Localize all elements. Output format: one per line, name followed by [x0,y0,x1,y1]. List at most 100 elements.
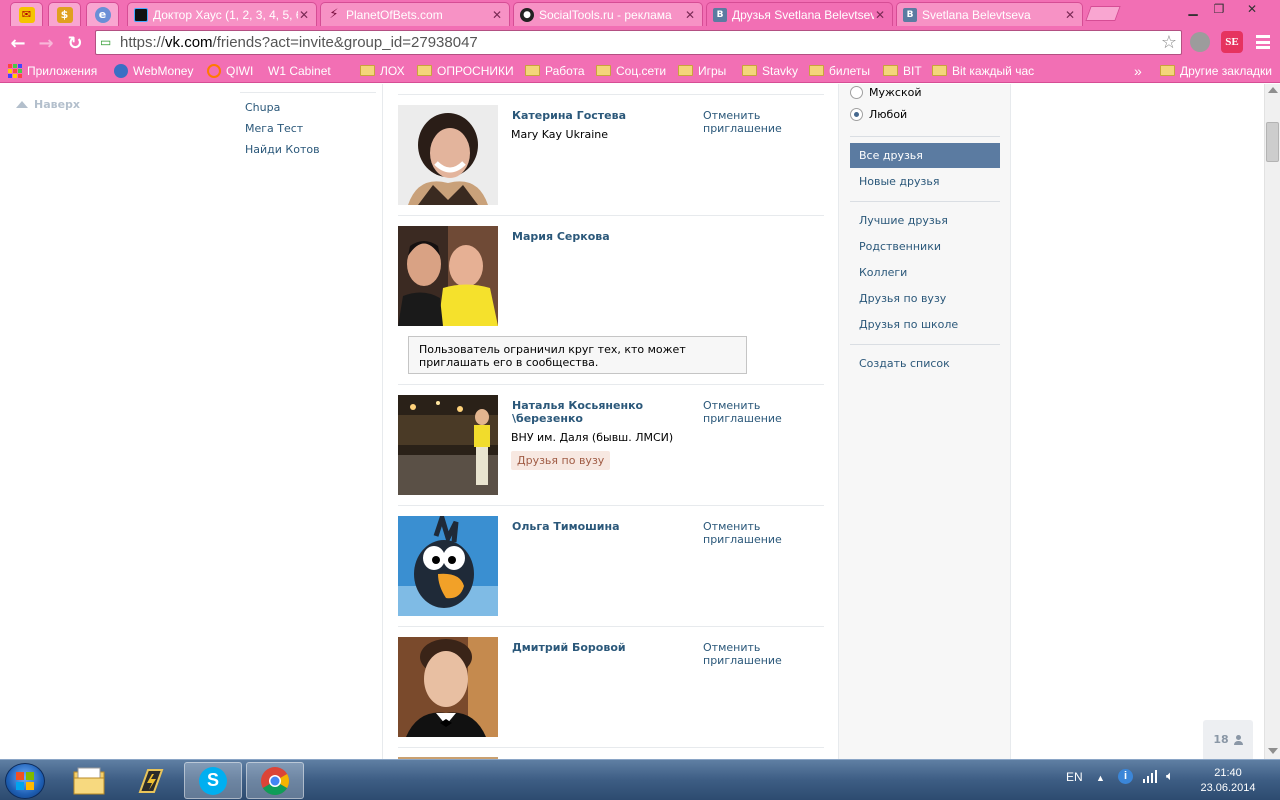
bookmark-label: Другие закладки [1180,63,1272,78]
restore-icon[interactable]: ❐ [1206,0,1232,18]
left-menu: Chupa Мега Тест Найди Котов [245,101,320,164]
friend-photo[interactable] [398,395,498,495]
bookmark-w1[interactable]: W1 Cabinet [268,62,331,160]
friend-list-tag[interactable]: Друзья по вузу [511,451,611,470]
filter-all-friends[interactable]: Все друзья [850,143,1000,168]
bookmark-folder-bilety[interactable]: билеты [809,62,870,79]
reload-icon[interactable]: ↻ [63,31,87,55]
network-signal-icon[interactable] [1143,769,1157,786]
friend-row-4: Ольга Тимошина Отменить приглашение [398,516,824,616]
socialtools-icon: ● [520,7,534,22]
pinned-tab-3[interactable]: e [86,2,119,26]
friend-name-link[interactable]: Мария Серкова [512,230,682,243]
left-menu-item-chupa[interactable]: Chupa [245,101,320,122]
bookmark-star-icon[interactable]: ☆ [1161,32,1177,53]
language-indicator[interactable]: EN [1066,770,1083,784]
close-tab-icon[interactable]: ✕ [491,8,503,22]
folder-icon [883,65,898,76]
qiwi-icon [207,63,221,78]
filter-university-friends[interactable]: Друзья по вузу [850,286,1000,311]
tab-strip: ✉ $ e Доктор Хаус (1, 2, 3, 4, 5, 6 ✕ ⚡ … [0,0,1280,27]
bookmark-folder-rabota[interactable]: Работа [525,62,585,79]
filter-colleagues[interactable]: Коллеги [850,260,1000,285]
tab-friends-active[interactable]: B Друзья Svetlana Belevtseva ✕ [706,2,893,26]
friend-name-link[interactable]: Ольга Тимошина [512,520,682,533]
extension-se-icon[interactable]: SE [1221,31,1243,53]
friend-name-link[interactable]: Катерина Гостева [512,109,682,122]
taskbar-skype[interactable]: S [184,762,242,799]
left-menu-item-find-cats[interactable]: Найди Котов [245,143,320,164]
chrome-menu-icon[interactable] [1254,33,1272,51]
clock-time: 21:40 [1214,767,1242,779]
friend-name-link[interactable]: Наталья Косьяненко \березенко [512,399,682,425]
tab-planetofbets[interactable]: ⚡ PlanetOfBets.com ✕ [320,2,510,26]
filter-school-friends[interactable]: Друзья по школе [850,312,1000,337]
taskbar-chrome[interactable] [246,762,304,799]
bookmark-folder-lox[interactable]: ЛОХ [360,62,405,79]
friend-photo[interactable] [398,105,498,205]
filter-relatives[interactable]: Родственники [850,234,1000,259]
back-to-top-button[interactable]: Наверх [16,98,80,111]
bookmarks-overflow-button[interactable]: » [1134,62,1142,79]
new-tab-button[interactable] [1085,6,1121,21]
friend-name-link[interactable]: Дмитрий Боровой [512,641,682,654]
panel-divider [850,344,1000,345]
online-friends-counter[interactable]: 18 [1203,720,1253,759]
bookmark-webmoney[interactable]: WebMoney [114,62,193,79]
taskbar-explorer[interactable] [60,762,118,799]
filter-best-friends[interactable]: Лучшие друзья [850,208,1000,233]
bookmark-apps[interactable]: Приложения [8,62,97,79]
page-scrollbar[interactable] [1264,84,1280,759]
friend-photo[interactable] [398,637,498,737]
bookmark-folder-igry[interactable]: Игры [678,62,726,79]
tab-socialtools[interactable]: ● SocialTools.ru - реклама ✕ [513,2,703,26]
cancel-invite-link[interactable]: Отменить приглашение [703,109,793,135]
friend-photo[interactable] [398,516,498,616]
bookmark-qiwi[interactable]: QIWI [207,62,253,79]
forward-arrow-icon[interactable]: → [34,31,58,55]
gender-male-radio[interactable]: Мужской [850,86,921,99]
filter-new-friends[interactable]: Новые друзья [850,169,1000,194]
gender-any-radio[interactable]: Любой [850,108,907,121]
scroll-down-arrow-icon[interactable] [1268,748,1278,754]
bookmark-folder-bit[interactable]: BIT [883,62,922,79]
bookmark-folder-socseti[interactable]: Соц.сети [596,62,666,79]
close-tab-icon[interactable]: ✕ [874,8,886,22]
bookmark-label: Игры [698,63,727,78]
system-clock[interactable]: 21:40 23.06.2014 [1196,766,1260,796]
volume-icon[interactable]: 🔈︎ [1166,768,1174,784]
cancel-invite-link[interactable]: Отменить приглашение [703,641,793,667]
close-tab-icon[interactable]: ✕ [298,8,310,22]
pinned-tab-2[interactable]: $ [48,2,81,26]
scroll-up-arrow-icon[interactable] [1268,87,1278,93]
close-tab-icon[interactable]: ✕ [684,8,696,22]
pinned-tab-1[interactable]: ✉ [10,2,43,26]
show-hidden-icons-icon[interactable]: ▲ [1096,773,1105,783]
bookmark-label: W1 Cabinet [268,63,331,78]
bookmark-folder-other[interactable]: Другие закладки [1160,62,1272,79]
cancel-invite-link[interactable]: Отменить приглашение [703,399,793,425]
create-list-link[interactable]: Создать список [850,351,1000,376]
taskbar-winamp[interactable] [122,762,180,799]
info-icon[interactable]: i [1118,769,1133,784]
bookmark-folder-stavky[interactable]: Stavky [742,62,798,79]
scrollbar-thumb[interactable] [1266,122,1279,162]
friend-photo[interactable] [398,226,498,326]
tab-title: Друзья Svetlana Belevtseva [732,7,874,22]
address-bar[interactable]: ▭ https://vk.com/friends?act=invite&grou… [95,30,1182,55]
left-menu-item-mega-test[interactable]: Мега Тест [245,122,320,143]
minimize-icon[interactable]: ▁ [1180,0,1206,18]
bookmark-folder-oprosniki[interactable]: ОПРОСНИКИ [417,62,514,79]
close-window-icon[interactable]: ✕ [1232,0,1272,18]
back-arrow-icon[interactable]: ← [6,31,30,55]
close-tab-icon[interactable]: ✕ [1064,8,1076,22]
friend-subtitle: Mary Kay Ukraine [511,128,609,141]
apps-grid-icon [8,63,22,78]
bookmark-folder-bit-hourly[interactable]: Bit каждый час [932,62,1034,79]
tab-doctor-house[interactable]: Доктор Хаус (1, 2, 3, 4, 5, 6 ✕ [127,2,317,26]
cancel-invite-link[interactable]: Отменить приглашение [703,520,793,546]
extension-globe-icon[interactable] [1190,32,1210,52]
row-divider [398,626,824,627]
start-button[interactable] [5,763,45,799]
tab-svetlana[interactable]: B Svetlana Belevtseva ✕ [896,2,1083,26]
